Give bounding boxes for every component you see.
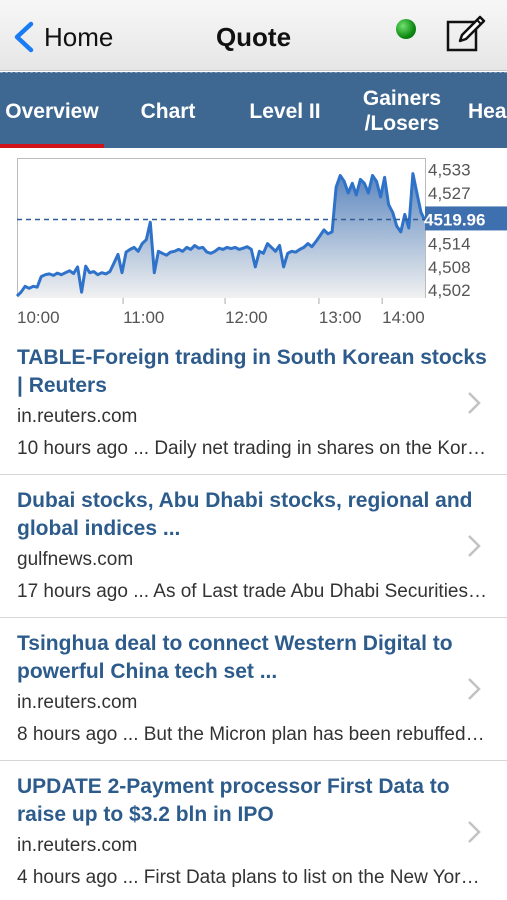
- chevron-right-icon: [468, 821, 481, 843]
- compose-icon[interactable]: [444, 14, 486, 56]
- x-tick-label: 14:00: [382, 308, 425, 327]
- tab-label: Level II: [249, 99, 321, 123]
- tab-overview[interactable]: Overview: [0, 73, 104, 148]
- y-tick-label: 4,514: [428, 235, 471, 254]
- news-headline: Dubai stocks, Abu Dhabi stocks, regional…: [17, 489, 473, 540]
- news-item[interactable]: Dubai stocks, Abu Dhabi stocks, regional…: [0, 475, 507, 618]
- news-snippet: 8 hours ago ... But the Micron plan has …: [17, 724, 489, 745]
- x-gridlines: [122, 298, 383, 304]
- intraday-chart[interactable]: 4,533 4,527 4,514 4,508 4,502 10:00 11:00 12:0…: [0, 148, 507, 332]
- news-source: in.reuters.com: [17, 406, 138, 427]
- news-snippet: 10 hours ago ... Daily net trading in sh…: [17, 438, 489, 459]
- news-headline: Tsinghua deal to connect Western Digital…: [17, 632, 453, 683]
- news-item[interactable]: TABLE-Foreign trading in South Korean st…: [0, 332, 507, 475]
- news-source: gulfnews.com: [17, 549, 134, 570]
- chevron-right-icon: [468, 678, 481, 700]
- y-tick-label: 4,527: [428, 184, 471, 203]
- news-snippet: 4 hours ago ... First Data plans to list…: [17, 867, 489, 888]
- news-snippet: 17 hours ago ... As of Last trade Abu Dh…: [17, 581, 489, 602]
- tab-label: Hea: [468, 99, 507, 123]
- y-tick-label: 4,502: [428, 281, 471, 300]
- tab-label: Gainers /Losers: [362, 87, 442, 135]
- y-tick-label: 4,508: [428, 258, 471, 277]
- current-value-label: 4519.96: [424, 210, 485, 229]
- tab-label: Overview: [5, 99, 99, 123]
- news-source: in.reuters.com: [17, 692, 138, 713]
- news-item[interactable]: UPDATE 2-Payment processor First Data to…: [0, 761, 507, 900]
- tab-bar: Overview Chart Level II Gainers /Losers …: [0, 72, 507, 148]
- x-tick-label: 12:00: [225, 308, 268, 327]
- tab-chart[interactable]: Chart: [120, 73, 216, 148]
- news-headline: UPDATE 2-Payment processor First Data to…: [17, 775, 450, 826]
- x-tick-label: 11:00: [123, 308, 164, 327]
- y-tick-labels: 4,533 4,527 4,514 4,508 4,502: [428, 161, 471, 301]
- tab-label: Chart: [140, 99, 196, 123]
- news-item[interactable]: Tsinghua deal to connect Western Digital…: [0, 618, 507, 761]
- chevron-right-icon: [468, 392, 481, 414]
- x-tick-label: 13:00: [319, 308, 362, 327]
- navigation-bar: Home Quote: [0, 0, 507, 71]
- page-title: Quote: [215, 22, 292, 52]
- y-tick-label: 4,533: [428, 161, 471, 180]
- tab-headlines[interactable]: Hea: [468, 73, 507, 148]
- x-tick-label: 10:00: [17, 308, 60, 327]
- chevron-right-icon: [468, 535, 481, 557]
- news-source: in.reuters.com: [17, 835, 138, 856]
- tab-gainers-losers[interactable]: Gainers /Losers: [352, 73, 452, 148]
- tab-level-ii[interactable]: Level II: [236, 73, 334, 148]
- connection-status-icon: [396, 19, 416, 39]
- news-list: TABLE-Foreign trading in South Korean st…: [0, 332, 507, 900]
- x-tick-labels: 10:00 11:00 12:00 13:00 14:00: [17, 308, 425, 327]
- news-headline: TABLE-Foreign trading in South Korean st…: [17, 346, 487, 397]
